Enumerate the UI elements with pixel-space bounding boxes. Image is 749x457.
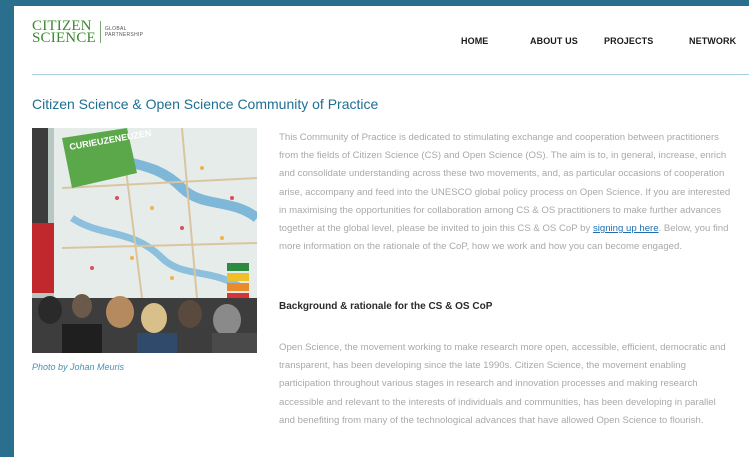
browser-page: CITIZEN SCIENCE GLOBAL PARTNERSHIP HOME … bbox=[14, 6, 749, 457]
section-heading: Background & rationale for the CS & OS C… bbox=[279, 301, 493, 312]
intro-text-start: This Community of Practice is dedicated … bbox=[279, 132, 731, 235]
photo-caption: Photo by Johan Meuris bbox=[32, 362, 125, 372]
nav-home[interactable]: HOME bbox=[461, 36, 488, 46]
signup-link[interactable]: signing up here bbox=[593, 223, 659, 234]
intro-paragraph: This Community of Practice is dedicated … bbox=[279, 129, 734, 256]
page-title: Citizen Science & Open Science Community… bbox=[32, 96, 379, 112]
nav-projects[interactable]: PROJECTS bbox=[604, 36, 653, 46]
header-divider bbox=[32, 74, 749, 75]
event-photo: CURIEUZENEUZEN bbox=[32, 128, 257, 353]
background-paragraph: Open Science, the movement working to ma… bbox=[279, 342, 726, 426]
site-header: CITIZEN SCIENCE GLOBAL PARTNERSHIP HOME … bbox=[14, 6, 749, 74]
nav-about-us[interactable]: ABOUT US bbox=[530, 36, 578, 46]
nav-network[interactable]: NETWORK bbox=[689, 36, 736, 46]
main-nav: HOME ABOUT US PROJECTS NETWORK bbox=[14, 36, 749, 48]
